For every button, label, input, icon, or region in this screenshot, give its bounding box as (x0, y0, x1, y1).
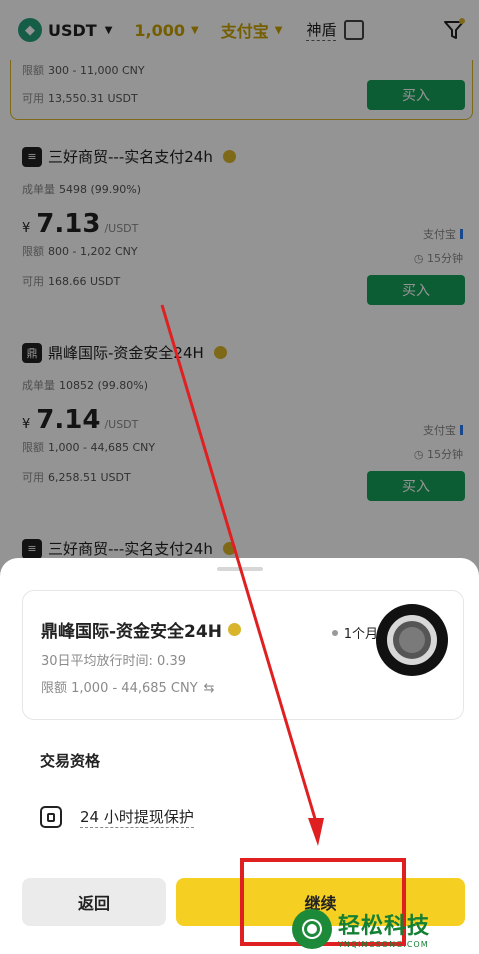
screen: ◆ USDT ▼ 1,000 ▼ 支付宝 ▼ 神盾 限额 300 - 11,000… (0, 0, 479, 954)
watermark-logo-icon (292, 908, 332, 949)
back-button[interactable]: 返回 (22, 878, 166, 926)
drag-handle[interactable] (217, 567, 263, 571)
watermark: 轻松科技 YNQINGSONG.COM (292, 908, 430, 949)
qualification-item[interactable]: 24 小时提现保护 (40, 806, 194, 828)
swap-icon: ⇆ (203, 681, 215, 696)
status-dot-icon (331, 629, 338, 636)
qualification-label: 24 小时提现保护 (80, 808, 194, 828)
limit-row: 限额 1,000 - 44,685 CNY ⇆ (41, 681, 215, 696)
verified-badge-icon (227, 623, 241, 636)
lock-icon (40, 806, 62, 828)
floating-assistive-button[interactable] (376, 604, 448, 676)
section-title: 交易资格 (40, 752, 101, 770)
